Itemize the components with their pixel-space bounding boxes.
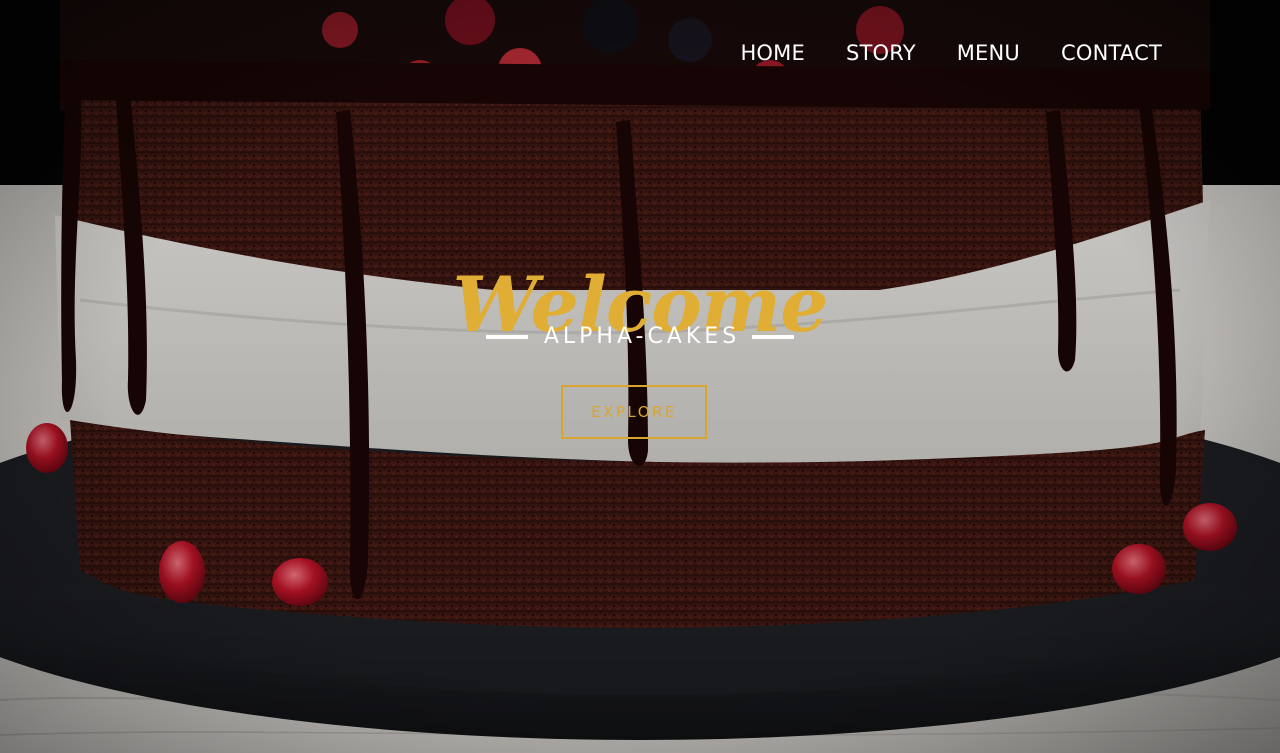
hero-section: HOME STORY MENU CONTACT Welcome ALPHA-CA… [0, 0, 1280, 753]
subtitle-right-rule [752, 335, 795, 339]
nav-link-contact[interactable]: CONTACT [1061, 38, 1162, 68]
nav-link-menu[interactable]: MENU [957, 38, 1020, 68]
hero-background-image [0, 0, 1280, 753]
nav-link-story[interactable]: STORY [846, 38, 916, 68]
explore-button[interactable]: EXPLORE [561, 385, 707, 439]
main-navigation: HOME STORY MENU CONTACT [740, 38, 1162, 68]
subtitle-left-rule [485, 335, 528, 339]
hero-subtitle: ALPHA-CAKES [543, 324, 741, 349]
nav-link-home[interactable]: HOME [740, 38, 805, 68]
hero-subtitle-row: ALPHA-CAKES [0, 322, 1280, 352]
